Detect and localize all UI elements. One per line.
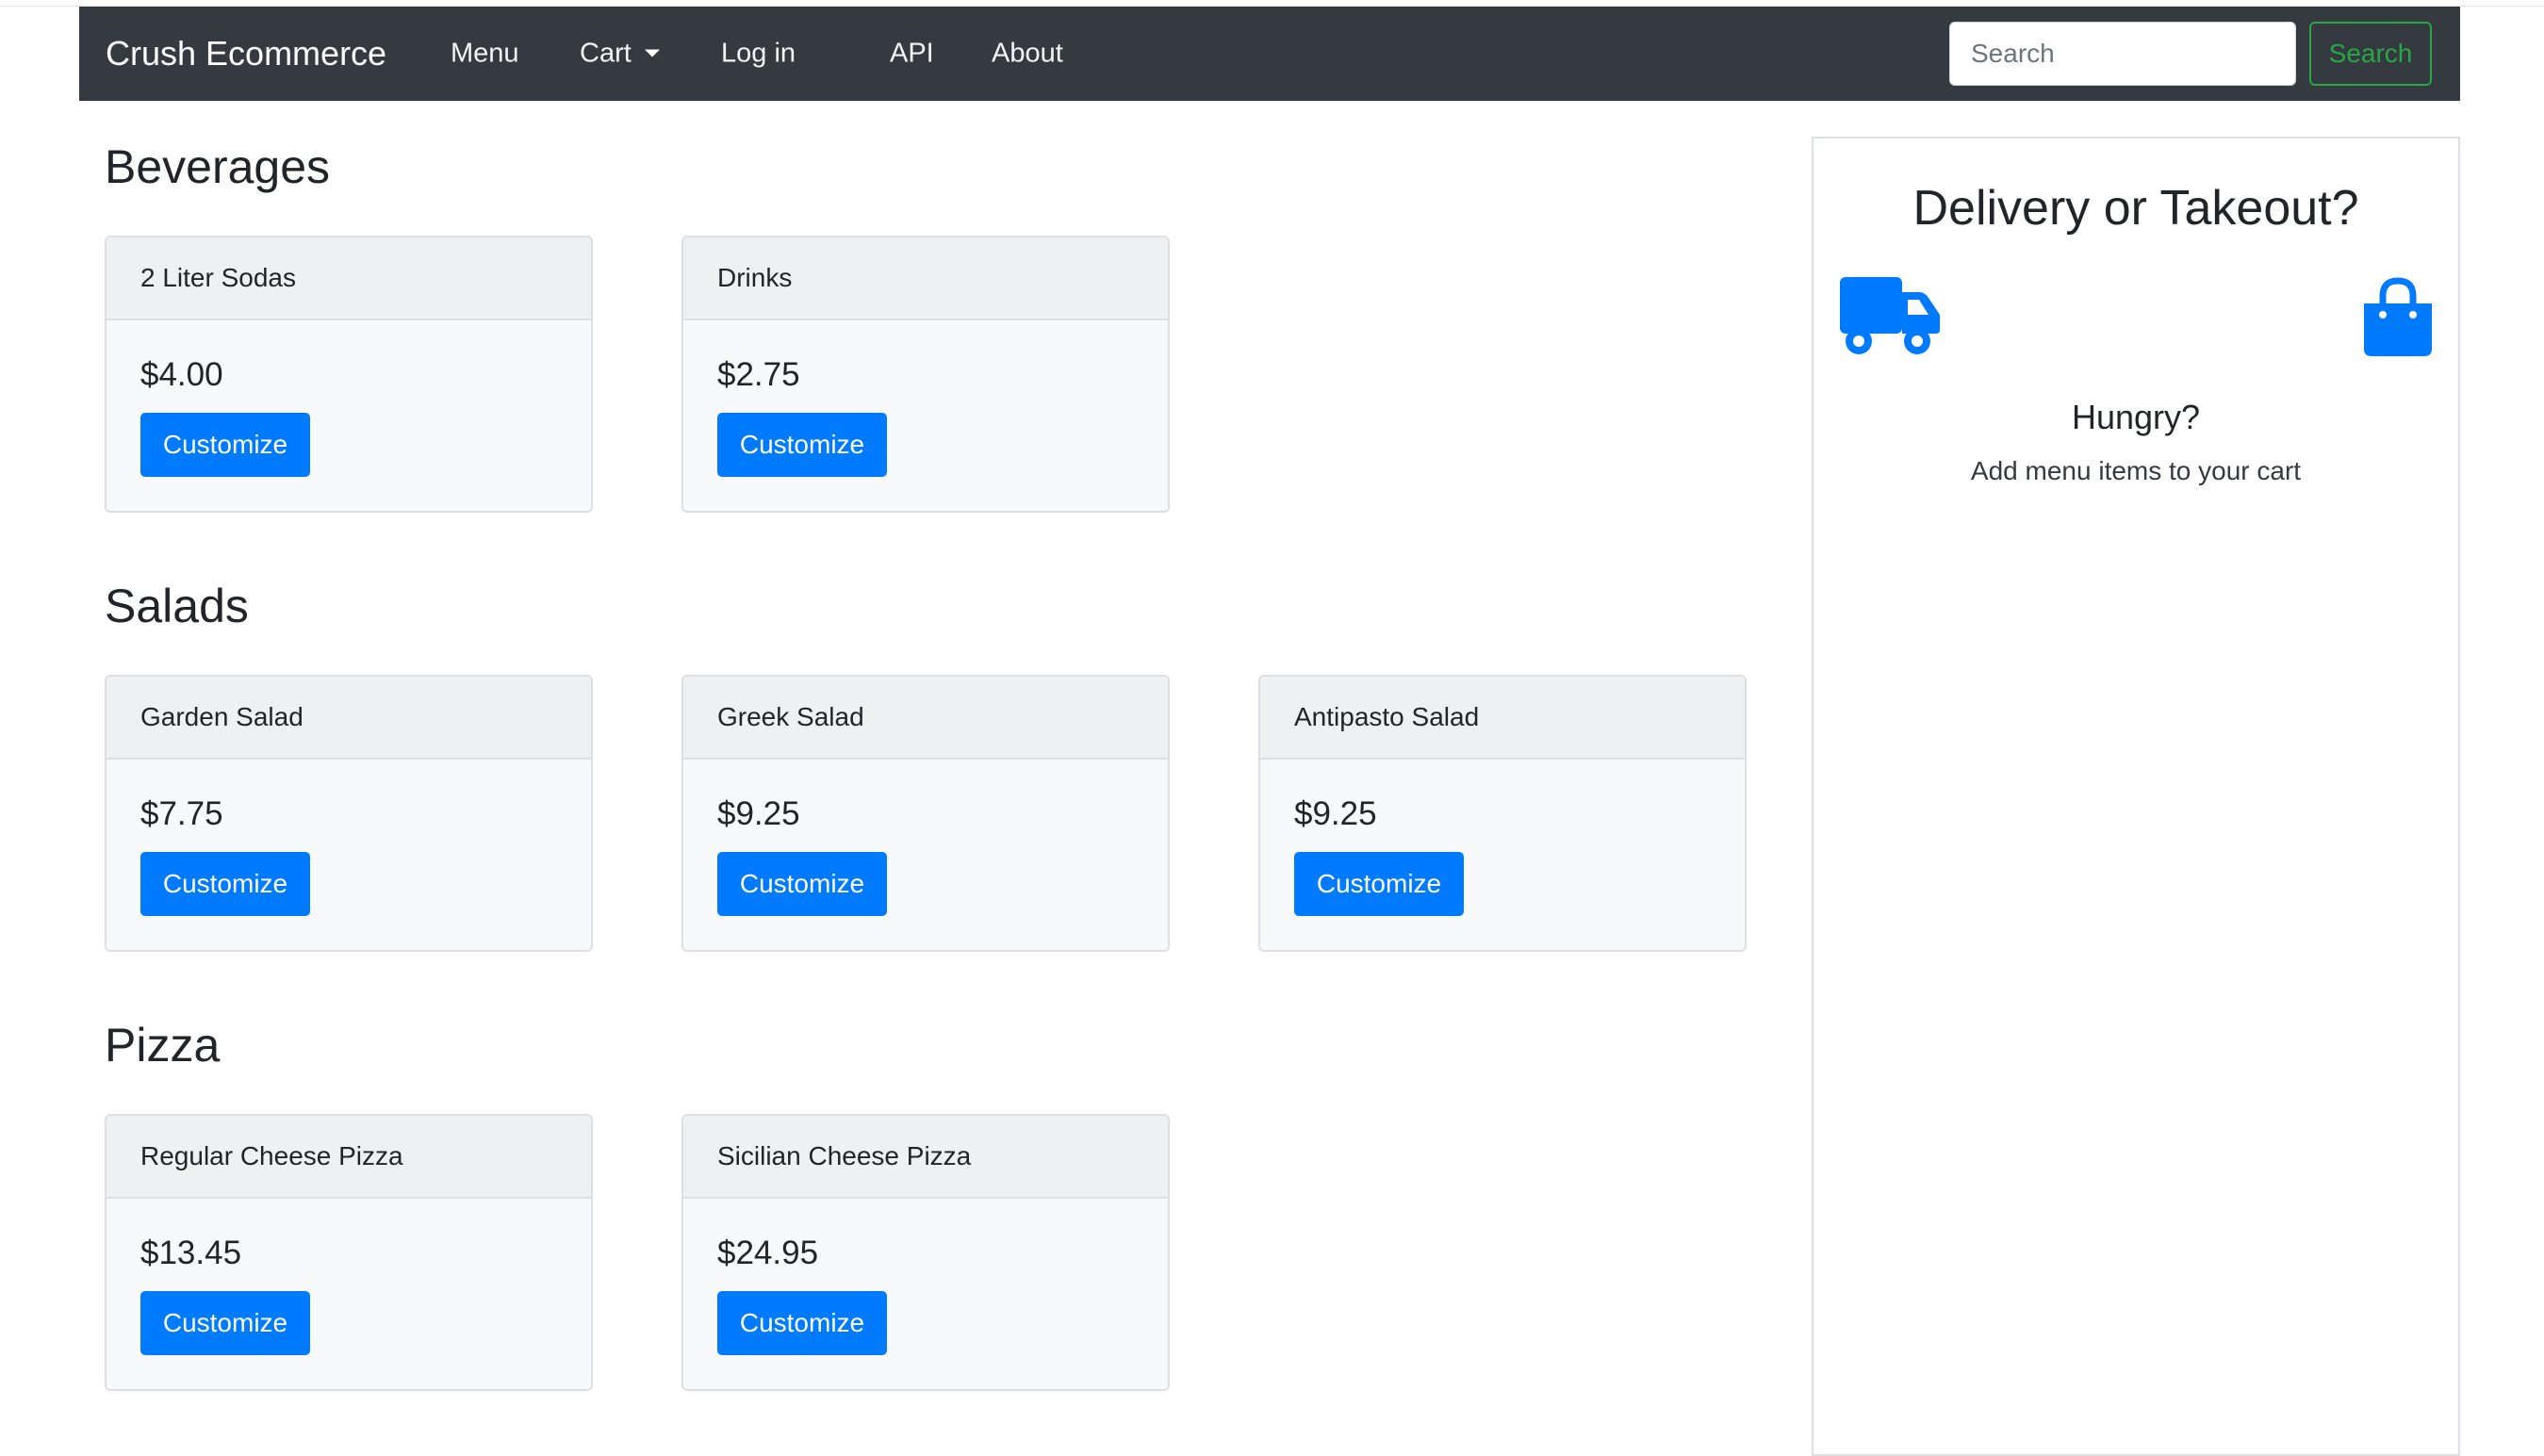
- customize-button[interactable]: Customize: [140, 1291, 310, 1355]
- menu-card-price: $4.00: [140, 356, 223, 393]
- nav-link-cart-label: Cart: [580, 38, 632, 69]
- menu-card-title: Drinks: [683, 237, 1168, 320]
- menu-card: Greek Salad $9.25 Customize: [681, 675, 1170, 952]
- search-button[interactable]: Search: [2309, 22, 2432, 86]
- menu-card-price: $7.75: [140, 795, 223, 832]
- menu-card: Sicilian Cheese Pizza $24.95 Customize: [681, 1114, 1170, 1391]
- menu-card: Antipasto Salad $9.25 Customize: [1258, 675, 1747, 952]
- customize-button[interactable]: Customize: [717, 852, 887, 916]
- truck-icon[interactable]: [1838, 275, 1942, 358]
- nav-link-menu[interactable]: Menu: [451, 39, 519, 70]
- nav-link-cart[interactable]: Cart: [580, 39, 660, 70]
- menu-card-price: $13.45: [140, 1235, 242, 1271]
- customize-button[interactable]: Customize: [717, 1291, 887, 1355]
- menu-card-title: Greek Salad: [683, 677, 1168, 760]
- top-border: [0, 0, 2544, 7]
- menu-card-title: Regular Cheese Pizza: [107, 1116, 591, 1199]
- cart-empty-heading: Hungry?: [2071, 398, 2201, 436]
- cart-empty-text: Add menu items to your cart: [1970, 456, 2302, 485]
- menu-card-price: $9.25: [1294, 795, 1377, 832]
- menu-card: Drinks $2.75 Customize: [681, 236, 1170, 513]
- customize-button[interactable]: Customize: [140, 852, 310, 916]
- chevron-down-icon: [644, 49, 660, 57]
- cart-panel-title: Delivery or Takeout?: [1912, 181, 2359, 236]
- shopping-bag-icon[interactable]: [2360, 275, 2436, 358]
- customize-button[interactable]: Customize: [1294, 852, 1464, 916]
- menu-card: Regular Cheese Pizza $13.45 Customize: [105, 1114, 593, 1391]
- section-title-pizza: Pizza: [105, 1019, 221, 1072]
- menu-card-price: $9.25: [717, 795, 800, 832]
- section-title-beverages: Beverages: [105, 140, 331, 193]
- nav-link-login[interactable]: Log in: [721, 39, 796, 70]
- menu-card-price: $2.75: [717, 356, 800, 393]
- menu-card-title: Sicilian Cheese Pizza: [683, 1116, 1168, 1199]
- menu-card: 2 Liter Sodas $4.00 Customize: [105, 236, 593, 513]
- customize-button[interactable]: Customize: [717, 413, 887, 477]
- navbar: Crush Ecommerce Menu Cart Log in API Abo…: [79, 7, 2460, 101]
- menu-card-title: 2 Liter Sodas: [107, 237, 591, 320]
- cart-panel: Delivery or Takeout? Hungry? Add menu it…: [1812, 137, 2460, 1456]
- search-input[interactable]: [1949, 22, 2296, 86]
- menu-card-title: Antipasto Salad: [1260, 677, 1745, 760]
- menu-card-price: $24.95: [717, 1235, 819, 1271]
- brand-link[interactable]: Crush Ecommerce: [106, 34, 386, 74]
- section-title-salads: Salads: [105, 580, 249, 632]
- customize-button[interactable]: Customize: [140, 413, 310, 477]
- menu-card: Garden Salad $7.75 Customize: [105, 675, 593, 952]
- nav-link-about[interactable]: About: [992, 39, 1063, 70]
- nav-link-api[interactable]: API: [890, 39, 934, 70]
- menu-card-title: Garden Salad: [107, 677, 591, 760]
